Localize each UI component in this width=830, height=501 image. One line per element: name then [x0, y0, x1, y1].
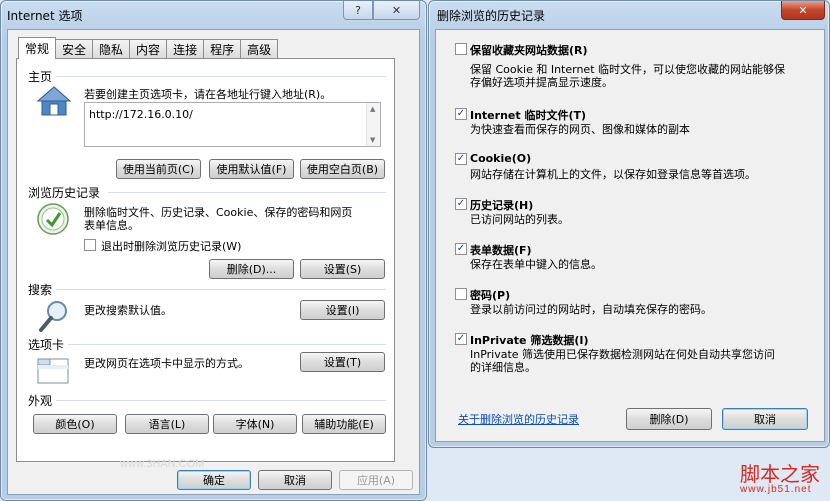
- tabs-settings-button[interactable]: 设置(T): [300, 352, 385, 372]
- tab-strip: 常规 安全 隐私 内容 连接 程序 高级: [18, 37, 279, 59]
- preserve-favorites-label: 保留收藏夹网站数据(R): [470, 44, 588, 57]
- tab-advanced[interactable]: 高级: [240, 39, 279, 58]
- temp-internet-files-checkbox[interactable]: ✓: [455, 108, 467, 120]
- internet-options-window: Internet 选项 ? ✕ 常规 安全 隐私 内容 连接 程序 高级 主页 …: [0, 0, 427, 501]
- site-watermark: 脚本之家 www.jb51.net: [722, 458, 828, 498]
- delete-on-exit-label: 退出时删除浏览历史记录(W): [101, 240, 242, 253]
- check-mark-icon: ✓: [456, 243, 466, 254]
- about-delete-history-link[interactable]: 关于删除浏览的历史记录: [458, 411, 579, 427]
- tabs-divider: [68, 344, 386, 345]
- search-description: 更改搜索默认值。: [84, 304, 172, 317]
- passwords-desc: 登录以前访问过的网站时，自动填充保存的密码。: [470, 303, 712, 316]
- inprivate-filtering-checkbox[interactable]: ✓: [455, 333, 467, 345]
- tabs-description: 更改网页在选项卡中显示的方式。: [84, 357, 249, 370]
- delete-history-client: 保留收藏夹网站数据(R) 保留 Cookie 和 Internet 临时文件，可…: [435, 29, 825, 442]
- appearance-divider: [56, 400, 386, 401]
- close-icon[interactable]: ✕: [781, 1, 825, 20]
- history-settings-button[interactable]: 设置(S): [300, 259, 385, 279]
- passwords-checkbox[interactable]: [455, 288, 467, 300]
- tab-connections[interactable]: 连接: [166, 39, 205, 58]
- delete-cancel-button[interactable]: 取消: [722, 408, 808, 430]
- help-button[interactable]: ?: [343, 1, 373, 20]
- use-default-button[interactable]: 使用默认值(F): [209, 159, 294, 179]
- delete-history-titlebar[interactable]: 删除浏览的历史记录 ✕: [429, 1, 829, 29]
- colors-button[interactable]: 颜色(O): [33, 414, 117, 434]
- window-title: Internet 选项: [7, 9, 83, 23]
- homepage-divider: [56, 76, 386, 77]
- history-description-line2: 表单信息。: [84, 219, 139, 232]
- appearance-section-title: 外观: [28, 394, 53, 408]
- cookies-label: Cookie(O): [470, 152, 532, 165]
- check-mark-icon: ✓: [456, 153, 466, 164]
- homepage-scrollbar[interactable]: ▲ ▼: [366, 103, 380, 146]
- history-section-title: 浏览历史记录: [28, 186, 101, 200]
- apply-button[interactable]: 应用(A): [339, 470, 413, 490]
- close-button[interactable]: ✕: [373, 1, 420, 20]
- site-watermark-faint: www.3HAN.COM: [120, 458, 205, 470]
- scroll-down-icon[interactable]: ▼: [370, 136, 375, 144]
- delete-history-button[interactable]: 删除(D)...: [209, 259, 294, 279]
- fonts-button[interactable]: 字体(N): [213, 414, 297, 434]
- search-icon: [39, 301, 67, 332]
- use-blank-button[interactable]: 使用空白页(B): [300, 159, 385, 179]
- home-icon: [36, 86, 72, 116]
- history-divider: [108, 192, 386, 193]
- cancel-button[interactable]: 取消: [258, 470, 332, 490]
- tabs-icon: [37, 358, 69, 384]
- cookies-desc: 网站存储在计算机上的文件，以保存如登录信息等首选项。: [470, 168, 756, 181]
- scroll-up-icon[interactable]: ▲: [370, 105, 375, 113]
- delete-button[interactable]: 删除(D): [626, 408, 712, 430]
- site-watermark-url: www.jb51.net: [740, 484, 812, 495]
- site-watermark-name: 脚本之家: [740, 462, 820, 486]
- search-section-title: 搜索: [28, 283, 53, 297]
- accessibility-button[interactable]: 辅助功能(E): [302, 414, 386, 434]
- check-mark-icon: ✓: [456, 108, 466, 119]
- cookies-checkbox[interactable]: ✓: [455, 153, 467, 165]
- tab-content[interactable]: 内容: [129, 39, 168, 58]
- tab-privacy[interactable]: 隐私: [92, 39, 131, 58]
- tabs-section-title: 选项卡: [28, 338, 65, 352]
- history-desc: 已访问网站的列表。: [470, 213, 569, 226]
- use-current-button[interactable]: 使用当前页(C): [116, 159, 201, 179]
- history-checkbox[interactable]: ✓: [455, 198, 467, 210]
- homepage-section-title: 主页: [28, 70, 53, 84]
- delete-history-window: 删除浏览的历史记录 ✕ 保留收藏夹网站数据(R) 保留 Cookie 和 Int…: [428, 0, 830, 448]
- delete-history-title: 删除浏览的历史记录: [437, 9, 546, 23]
- search-divider: [56, 289, 386, 290]
- homepage-url-value: http://172.16.0.10/: [89, 108, 193, 121]
- inprivate-filtering-desc-line2: 的详细信息。: [470, 361, 536, 374]
- homepage-description: 若要创建主页选项卡，请在各地址行键入地址(R)。: [84, 88, 332, 101]
- form-data-checkbox[interactable]: ✓: [455, 243, 467, 255]
- homepage-url-field[interactable]: http://172.16.0.10/ ▲ ▼: [84, 102, 381, 147]
- check-mark-icon: ✓: [456, 333, 466, 344]
- history-icon: [37, 203, 69, 235]
- preserve-favorites-desc-line2: 存偏好选项并提高显示速度。: [470, 76, 613, 89]
- languages-button[interactable]: 语言(L): [125, 414, 209, 434]
- temp-internet-files-desc: 为快速查看而保存的网页、图像和媒体的副本: [470, 123, 690, 136]
- tab-general[interactable]: 常规: [18, 37, 57, 59]
- ok-button[interactable]: 确定: [177, 470, 251, 490]
- preserve-favorites-checkbox[interactable]: [455, 43, 467, 55]
- search-settings-button[interactable]: 设置(I): [300, 300, 385, 320]
- delete-on-exit-checkbox[interactable]: [84, 239, 96, 251]
- internet-options-titlebar[interactable]: Internet 选项 ? ✕: [1, 1, 426, 29]
- form-data-desc: 保存在表单中键入的信息。: [470, 258, 602, 271]
- tab-security[interactable]: 安全: [55, 39, 94, 58]
- internet-options-client: 常规 安全 隐私 内容 连接 程序 高级 主页 若要创建主页选项卡，请在各地址行…: [7, 29, 420, 495]
- tab-programs[interactable]: 程序: [203, 39, 242, 58]
- check-mark-icon: ✓: [456, 198, 466, 209]
